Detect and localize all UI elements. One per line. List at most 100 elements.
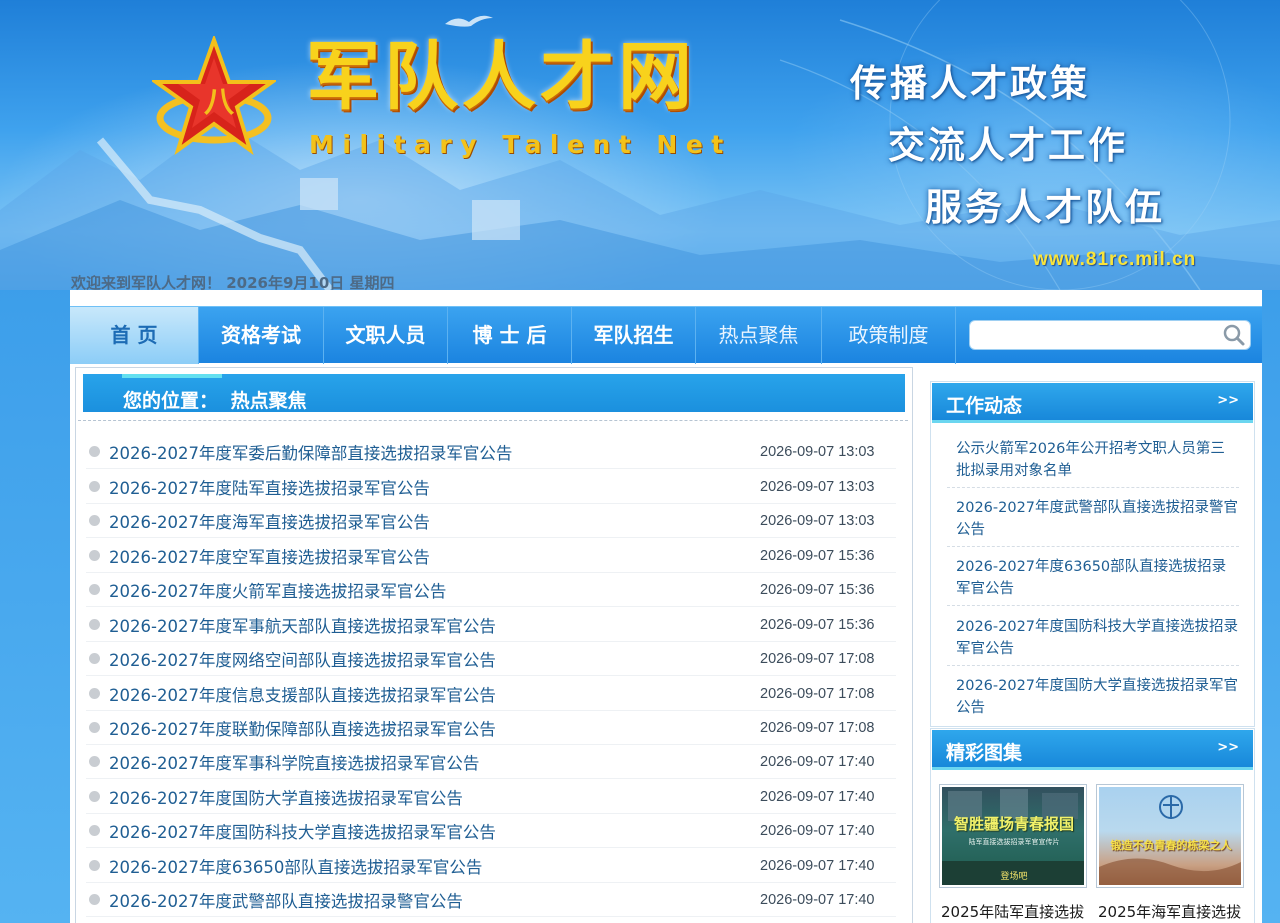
slogan-1: 传播人才政策 [850,62,1090,105]
article-row[interactable]: 2026-2027年度海军直接选拔招录军官公告 2026-09-07 13:03 [86,504,896,538]
article-date: 2026-09-07 17:08 [760,651,875,667]
article-row[interactable]: 2026-2027年度军事航天部队直接选拔招录军官公告 2026-09-07 1… [86,608,896,642]
article-date: 2026-09-07 15:36 [760,548,875,564]
bullet-icon [89,619,100,630]
nav-home[interactable]: 首 页 [70,307,199,364]
article-title[interactable]: 2026-2027年度陆军直接选拔招录军官公告 [109,475,430,499]
nav-qualification-exam[interactable]: 资格考试 [199,307,324,364]
article-title[interactable]: 2026-2027年度海军直接选拔招录军官公告 [109,509,430,533]
article-title[interactable]: 2026-2027年度武警部队直接选拔招录警官公告 [109,888,463,912]
bullet-icon [89,825,100,836]
article-date: 2026-09-07 17:08 [760,720,875,736]
bullet-icon [89,688,100,699]
article-row[interactable]: 2026-2027年度网络空间部队直接选拔招录军官公告 2026-09-07 1… [86,642,896,676]
article-title[interactable]: 2026-2027年度火箭军直接选拔招录军官公告 [109,578,446,602]
breadcrumb-accent [122,374,222,378]
article-date: 2026-09-07 17:40 [760,789,875,805]
article-date: 2026-09-07 15:36 [760,617,875,633]
gallery-thumb[interactable]: 智胜疆场青春报国 陆军直接选拔招录军官宣传片 登场吧 [939,784,1087,888]
gallery-header: 精彩图集 >> [932,730,1253,770]
site-url: www.81rc.mil.cn [1033,249,1197,270]
search-box [969,320,1251,350]
article-row[interactable]: 2026-2027年度武警部队直接选拔招录警官公告 2026-09-07 17:… [86,883,896,917]
gallery-title: 精彩图集 [946,742,1023,764]
article-title[interactable]: 2026-2027年度63650部队直接选拔招录军官公告 [109,854,482,878]
nav-policies[interactable]: 政策制度 [822,307,956,364]
article-date: 2026-09-07 17:40 [760,754,875,770]
gallery-caption[interactable]: 2025年海军直接选拔 [1098,901,1246,922]
gallery-image-tag: 登场吧 [1000,872,1028,882]
bullet-icon [89,722,100,733]
nav-postdoc[interactable]: 博 士 后 [448,307,572,364]
article-date: 2026-09-07 13:03 [760,479,875,495]
article-title[interactable]: 2026-2027年度网络空间部队直接选拔招录军官公告 [109,647,496,671]
divider [78,420,908,421]
work-news-more-link[interactable]: >> [1217,393,1239,408]
work-news-item[interactable]: 2026-2027年度国防科技大学直接选拔招录军官公告 [947,616,1239,666]
article-row[interactable]: 2026-2027年度军事科学院直接选拔招录军官公告 2026-09-07 17… [86,745,896,779]
bird-icon [445,15,493,27]
work-news-item[interactable]: 公示火箭军2026年公开招考文职人员第三批拟录用对象名单 [947,438,1239,488]
article-title[interactable]: 2026-2027年度国防大学直接选拔招录军官公告 [109,785,463,809]
article-title[interactable]: 2026-2027年度信息支援部队直接选拔招录军官公告 [109,682,496,706]
search-input[interactable] [978,325,1213,345]
article-row[interactable]: 2026-2027年度信息支援部队直接选拔招录军官公告 2026-09-07 1… [86,677,896,711]
work-news-item[interactable]: 2026-2027年度63650部队直接选拔招录军官公告 [947,556,1239,606]
article-title[interactable]: 2026-2027年度联勤保障部队直接选拔招录军官公告 [109,716,496,740]
nav-hot-topics[interactable]: 热点聚焦 [696,307,822,364]
search-icon[interactable] [1222,323,1246,347]
article-date: 2026-09-07 17:40 [760,858,875,874]
bullet-icon [89,550,100,561]
gallery-caption[interactable]: 2025年陆军直接选拔 [941,901,1089,922]
article-title[interactable]: 2026-2027年度军委后勤保障部直接选拔招录军官公告 [109,440,512,464]
gallery-image-title: 锻造不负青春的栋梁之人 [1110,839,1232,852]
article-row[interactable]: 2026-2027年度陆军直接选拔招录军官公告 2026-09-07 13:03 [86,470,896,504]
work-news-item[interactable]: 2026-2027年度国防大学直接选拔招录军官公告 [947,675,1239,724]
svg-text:八: 八 [204,85,235,120]
article-row[interactable]: 2026-2027年度火箭军直接选拔招录军官公告 2026-09-07 15:3… [86,573,896,607]
breadcrumb-text: 您的位置： 热点聚焦 [123,386,307,413]
breadcrumb-label: 您的位置： [123,390,219,412]
bullet-icon [89,791,100,802]
article-title[interactable]: 2026-2027年度军事航天部队直接选拔招录军官公告 [109,613,496,637]
anchor-emblem-icon [1099,795,1241,885]
article-date: 2026-09-07 17:40 [760,823,875,839]
gallery-more-link[interactable]: >> [1217,740,1239,755]
article-row[interactable]: 2026-2027年度国防大学直接选拔招录军官公告 2026-09-07 17:… [86,780,896,814]
nav-military-enrollment[interactable]: 军队招生 [572,307,696,364]
gallery-image: 锻造不负青春的栋梁之人 [1099,787,1241,885]
bullet-icon [89,481,100,492]
bullet-icon [89,515,100,526]
gallery-image: 智胜疆场青春报国 陆军直接选拔招录军官宣传片 登场吧 [942,787,1084,885]
gallery-thumb[interactable]: 锻造不负青春的栋梁之人 [1096,784,1244,888]
bullet-icon [89,653,100,664]
slogan-2: 交流人才工作 [888,124,1128,167]
article-date: 2026-09-07 13:03 [760,444,875,460]
article-row[interactable]: 2026-2027年度63650部队直接选拔招录军官公告 2026-09-07 … [86,849,896,883]
gallery-image-subtitle: 陆军直接选拔招录军官宣传片 [968,838,1060,846]
article-row[interactable]: 2026-2027年度国防科技大学直接选拔招录军官公告 2026-09-07 1… [86,814,896,848]
bullet-icon [89,584,100,595]
article-row[interactable]: 2026-2027年度军委后勤保障部直接选拔招录军官公告 2026-09-07 … [86,435,896,469]
work-news-title: 工作动态 [946,395,1023,417]
nav-civilian-staff[interactable]: 文职人员 [324,307,448,364]
work-news-header: 工作动态 >> [932,383,1253,423]
article-date: 2026-09-07 15:36 [760,582,875,598]
army-star-emblem-icon: 八 [152,36,276,156]
article-title[interactable]: 2026-2027年度国防科技大学直接选拔招录军官公告 [109,819,496,843]
article-date: 2026-09-07 17:40 [760,892,875,908]
article-row[interactable]: 2026-2027年度空军直接选拔招录军官公告 2026-09-07 15:36 [86,539,896,573]
article-title[interactable]: 2026-2027年度空军直接选拔招录军官公告 [109,544,430,568]
gallery-image-title: 智胜疆场青春报国 [953,815,1074,833]
bullet-icon [89,894,100,905]
site-title-english: Military Talent Net [309,130,732,159]
breadcrumb-current[interactable]: 热点聚焦 [231,390,307,412]
work-news-item[interactable]: 2026-2027年度武警部队直接选拔招录警官公告 [947,497,1239,547]
article-title[interactable]: 2026-2027年度军事科学院直接选拔招录军官公告 [109,750,479,774]
bullet-icon [89,756,100,767]
article-row[interactable]: 2026-2027年度联勤保障部队直接选拔招录军官公告 2026-09-07 1… [86,711,896,745]
site-title: 军队人才网 [306,34,696,120]
article-date: 2026-09-07 17:08 [760,686,875,702]
article-date: 2026-09-07 13:03 [760,513,875,529]
bullet-icon [89,446,100,457]
